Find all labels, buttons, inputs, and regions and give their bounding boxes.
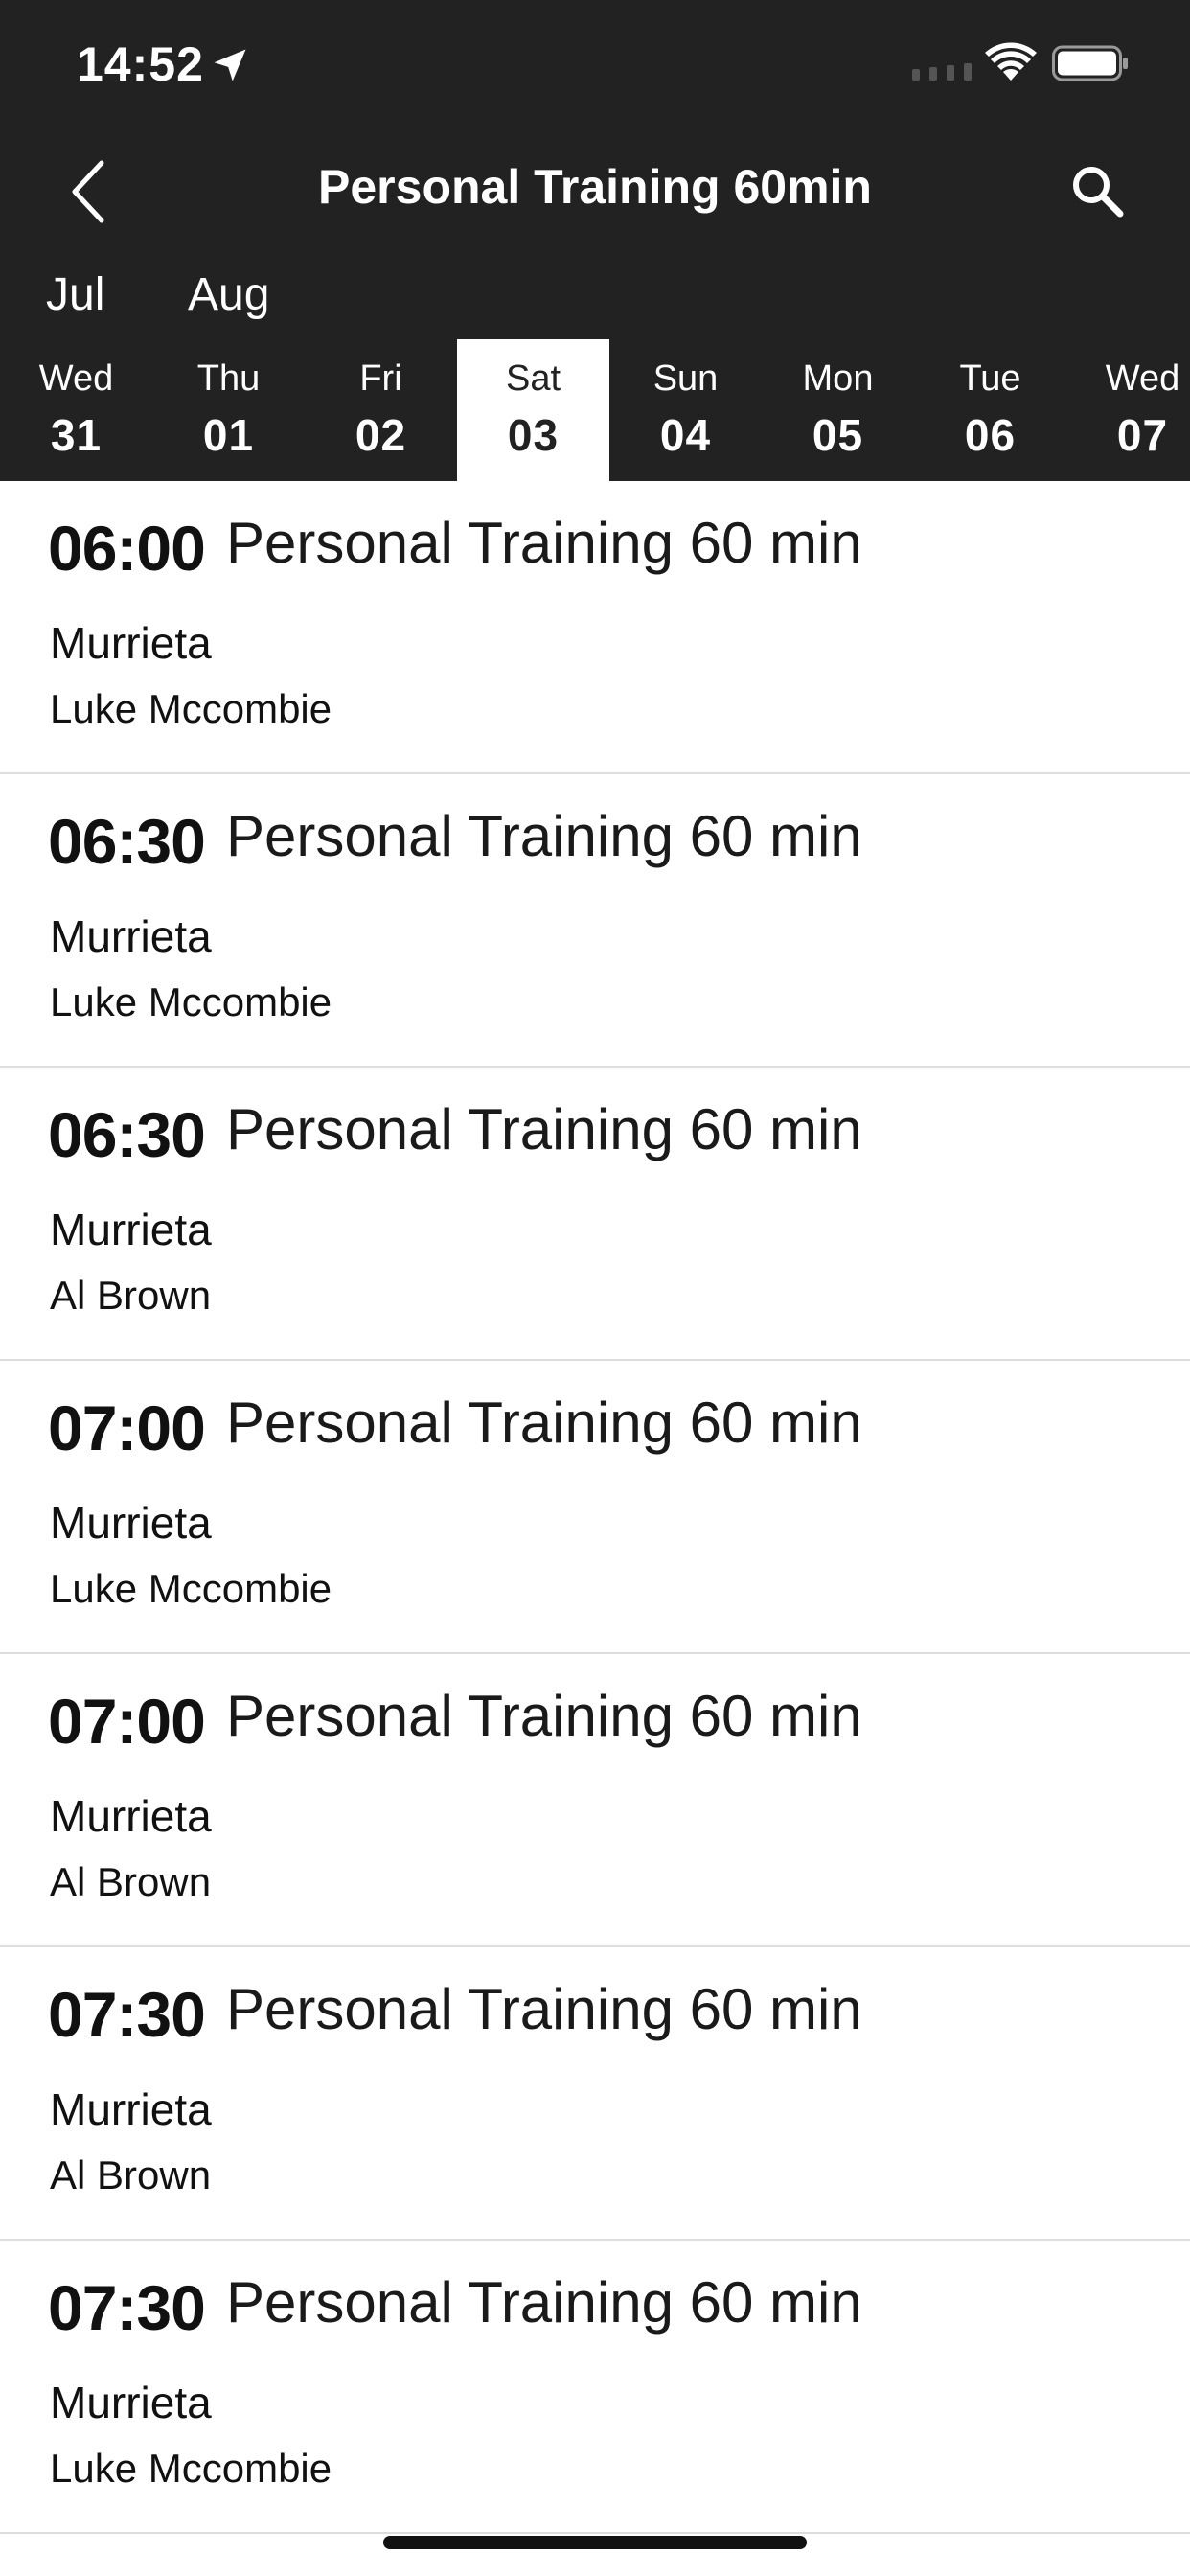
session-time: 06:30 [48,806,206,877]
month-label-aug[interactable]: Aug [188,268,269,321]
search-button[interactable] [1060,153,1136,230]
header-area: 14:52 Personal Training 60min Jul Aug We… [0,0,1190,481]
session-trainer: Al Brown [50,1859,212,1904]
session-trainer: Luke Mccombie [50,979,332,1024]
day-name: Wed [1105,358,1180,399]
session-time: 07:30 [48,1979,206,2050]
day-name: Fri [359,358,402,399]
session-title: Personal Training 60 min [226,804,862,868]
session-row[interactable]: 07:00 Personal Training 60 min Murrieta … [0,1654,1190,1947]
day-number: 06 [964,410,1017,460]
day-tab[interactable]: Thu 01 [152,339,305,481]
wifi-icon [985,42,1037,80]
session-location: Murrieta [50,1791,212,1841]
session-location: Murrieta [50,1498,212,1548]
session-title: Personal Training 60 min [226,511,862,575]
session-trainer: Al Brown [50,1273,212,1318]
session-trainer: Al Brown [50,2152,212,2197]
status-time: 14:52 [77,37,204,91]
session-title: Personal Training 60 min [226,1391,862,1455]
day-name: Sun [652,358,719,399]
session-row[interactable]: 06:30 Personal Training 60 min Murrieta … [0,1068,1190,1361]
date-picker: Wed 31 Thu 01 Fri 02 Sat 03 Sun 04 Mon 0… [0,339,1190,481]
day-number: 05 [812,410,864,460]
day-tab[interactable]: Wed 07 [1066,339,1190,481]
day-tab[interactable]: Wed 31 [0,339,152,481]
day-name: Wed [38,358,114,399]
session-row[interactable]: 07:30 Personal Training 60 min Murrieta … [0,2241,1190,2534]
session-title: Personal Training 60 min [226,1097,862,1162]
day-name: Sat [505,358,561,399]
session-row[interactable]: 07:00 Personal Training 60 min Murrieta … [0,1361,1190,1654]
session-row[interactable]: 06:00 Personal Training 60 min Murrieta … [0,481,1190,774]
day-tab[interactable]: Mon 05 [762,339,914,481]
day-name: Thu [196,358,261,399]
day-name: Tue [959,358,1021,399]
month-label-jul[interactable]: Jul [46,268,104,321]
session-list: 06:00 Personal Training 60 min Murrieta … [0,481,1190,2534]
status-bar: 14:52 [0,0,1190,126]
session-row[interactable]: 07:30 Personal Training 60 min Murrieta … [0,1947,1190,2241]
session-location: Murrieta [50,618,212,668]
location-arrow-icon [214,49,246,81]
battery-icon [1052,45,1128,81]
session-trainer: Luke Mccombie [50,1566,332,1611]
session-title: Personal Training 60 min [226,1977,862,2041]
cellular-signal-icon [912,63,972,80]
session-title: Personal Training 60 min [226,1684,862,1748]
session-time: 06:30 [48,1099,206,1170]
day-tab[interactable]: Tue 06 [914,339,1066,481]
session-location: Murrieta [50,1205,212,1254]
session-title: Personal Training 60 min [226,2270,862,2334]
session-time: 07:30 [48,2272,206,2343]
search-icon [1073,167,1124,218]
day-number: 31 [50,410,103,460]
day-number: 03 [507,410,560,460]
day-number: 02 [355,410,407,460]
navigation-bar: Personal Training 60min [0,126,1190,253]
home-indicator[interactable] [383,2536,807,2549]
day-tab[interactable]: Fri 02 [305,339,457,481]
session-time: 07:00 [48,1686,206,1757]
page-title: Personal Training 60min [318,160,872,214]
session-location: Murrieta [50,2378,212,2427]
session-row[interactable]: 06:30 Personal Training 60 min Murrieta … [0,774,1190,1068]
session-location: Murrieta [50,911,212,961]
day-number: 07 [1116,410,1169,460]
day-tab[interactable]: Sun 04 [609,339,762,481]
day-tab-selected[interactable]: Sat 03 [457,339,609,481]
session-time: 06:00 [48,513,206,584]
session-trainer: Luke Mccombie [50,2446,332,2491]
session-location: Murrieta [50,2084,212,2134]
session-trainer: Luke Mccombie [50,686,332,731]
day-number: 01 [202,410,255,460]
session-time: 07:00 [48,1392,206,1463]
month-row: Jul Aug [0,253,1190,339]
day-name: Mon [802,358,874,399]
day-number: 04 [659,410,712,460]
